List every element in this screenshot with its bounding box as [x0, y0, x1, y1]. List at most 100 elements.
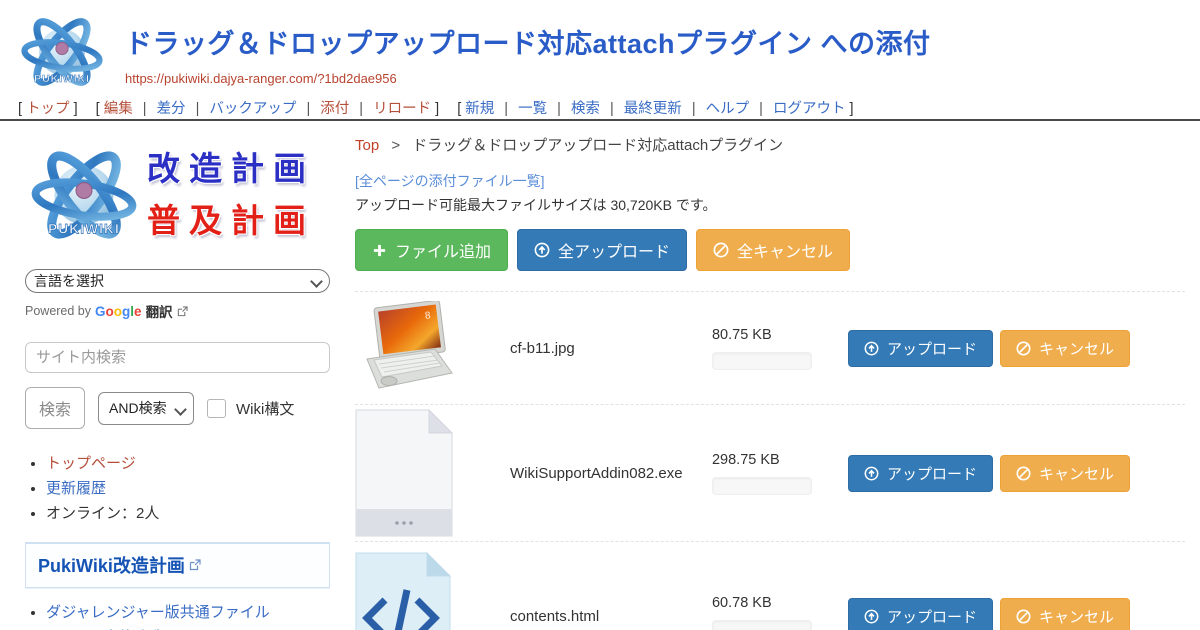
site-search-input[interactable] — [25, 342, 330, 373]
file-actions: アップロード キャンセル — [848, 330, 1130, 367]
add-files-button[interactable]: ファイル追加 — [355, 229, 508, 271]
upload-circle-icon — [864, 341, 879, 356]
sidebar-logo-slogan: 改造計画 普及計画 — [147, 143, 315, 245]
nav-item-new[interactable]: 新規 — [465, 101, 494, 117]
google-logo-text: Google — [95, 304, 142, 319]
laptop-photo-thumbnail: 8 — [355, 301, 455, 396]
sidebar-section-box: PukiWiki改造計画 — [25, 542, 330, 588]
ban-icon — [1016, 341, 1031, 356]
nav-item-logout[interactable]: ログアウト — [773, 101, 846, 117]
main-content: Top > ドラッグ＆ドロップアップロード対応attachプラグイン [全ページ… — [355, 126, 1185, 630]
cancel-label: キャンセル — [1039, 606, 1114, 627]
cancel-all-button[interactable]: 全キャンセル — [696, 229, 850, 271]
section-title-text: PukiWiki改造計画 — [38, 552, 185, 578]
nav-divider: | — [359, 101, 363, 117]
search-mode-select[interactable]: AND検索 — [98, 392, 194, 425]
upload-all-button[interactable]: 全アップロード — [517, 229, 687, 271]
site-header: PUKIWIKI ドラッグ＆ドロップアップロード対応attachプラグイン への… — [0, 0, 1200, 96]
online-count: オンライン：2人 — [46, 505, 159, 522]
upload-label: アップロード — [887, 463, 977, 484]
file-thumbnail-laptop: 8 — [355, 301, 460, 396]
file-size-cell: 298.75 KB — [712, 452, 830, 495]
nav-item-diff[interactable]: 差分 — [157, 101, 186, 117]
language-select[interactable]: 言語を選択 — [25, 269, 330, 293]
file-thumbnail-code — [355, 552, 460, 630]
cancel-label: キャンセル — [1039, 338, 1114, 359]
sidebar-link-common-files[interactable]: ダジャレンジャー版共通ファイル — [46, 604, 270, 621]
file-size: 60.78 KB — [712, 595, 830, 611]
add-files-label: ファイル追加 — [395, 238, 491, 262]
top-navigation: [ トップ ] [ 編集 | 差分 | バックアップ | 添付 | リロード ]… — [18, 97, 1198, 118]
upload-circle-icon — [864, 609, 879, 624]
search-controls: 検索 AND検索 Wiki構文 — [25, 387, 330, 429]
progress-bar — [712, 352, 812, 370]
slogan-line-1: 改造計画 — [147, 143, 315, 194]
file-thumbnail-generic — [355, 409, 460, 537]
upload-button[interactable]: アップロード — [848, 330, 993, 367]
nav-divider: | — [504, 101, 508, 117]
nav-group-top: [ トップ ] — [18, 101, 82, 117]
progress-bar — [712, 620, 812, 630]
bracket: ] — [435, 101, 439, 117]
breadcrumb: Top > ドラッグ＆ドロップアップロード対応attachプラグイン — [355, 134, 1185, 155]
nav-item-list[interactable]: 一覧 — [518, 101, 547, 117]
upload-toolbar: ファイル追加 全アップロード 全キャンセル — [355, 229, 1185, 271]
nav-item-reload[interactable]: リロード — [373, 101, 431, 117]
upload-all-label: 全アップロード — [558, 238, 670, 262]
upload-circle-icon — [534, 242, 550, 258]
cancel-label: キャンセル — [1039, 463, 1114, 484]
translate-link[interactable]: 翻訳 — [146, 301, 173, 321]
cancel-button[interactable]: キャンセル — [1000, 330, 1130, 367]
file-row: WikiSupportAddin082.exe 298.75 KB アップロード — [355, 404, 1185, 541]
wiki-syntax-label: Wiki構文 — [236, 398, 294, 419]
logo-brand-text: PUKIWIKI — [34, 73, 90, 85]
file-row: contents.html 60.78 KB アップロード — [355, 541, 1185, 630]
nav-item-recent[interactable]: 最終更新 — [624, 101, 682, 117]
cancel-all-label: 全キャンセル — [737, 238, 833, 262]
nav-divider: | — [306, 101, 310, 117]
header-divider — [0, 119, 1200, 121]
sidebar-link-top-page[interactable]: トップページ — [46, 455, 136, 472]
nav-group-page: [ 編集 | 差分 | バックアップ | 添付 | リロード ] — [96, 101, 444, 117]
cancel-button[interactable]: キャンセル — [1000, 598, 1130, 630]
all-attachments-link[interactable]: [全ページの添付ファイル一覧] — [355, 171, 1185, 191]
nav-divider: | — [610, 101, 614, 117]
nav-item-search[interactable]: 検索 — [571, 101, 600, 117]
file-row: 8 cf-b11.jpg 80.75 KB — [355, 291, 1185, 404]
max-upload-size-text: アップロード可能最大ファイルサイズは 30,720KB です。 — [355, 195, 1185, 215]
sidebar-atom-logo: PUKIWIKI — [25, 136, 143, 254]
upload-button[interactable]: アップロード — [848, 598, 993, 630]
pending-file-list: 8 cf-b11.jpg 80.75 KB — [355, 291, 1185, 630]
sidebar-quick-links: トップページ 更新履歴 オンライン：2人 — [25, 453, 330, 524]
pukiwiki-atom-logo[interactable]: PUKIWIKI — [18, 6, 106, 98]
search-button[interactable]: 検索 — [25, 387, 85, 429]
upload-button[interactable]: アップロード — [848, 455, 993, 492]
bracket: [ — [457, 101, 461, 117]
code-file-icon — [355, 552, 451, 630]
file-size-cell: 60.78 KB — [712, 595, 830, 630]
upload-circle-icon — [864, 466, 879, 481]
nav-item-edit[interactable]: 編集 — [104, 101, 133, 117]
plus-icon — [372, 243, 387, 258]
sidebar-site-logo[interactable]: PUKIWIKI 改造計画 普及計画 — [25, 132, 330, 257]
file-name: contents.html — [460, 608, 712, 625]
nav-item-attach[interactable]: 添付 — [320, 101, 349, 117]
nav-item-help[interactable]: ヘルプ — [706, 101, 750, 117]
external-link-icon — [189, 559, 201, 571]
page-url: https://pukiwiki.dajya-ranger.com/?1bd2d… — [125, 71, 931, 86]
sidebar-link-update-history[interactable]: 更新履歴 — [46, 480, 106, 497]
file-size: 298.75 KB — [712, 452, 830, 468]
bracket: [ — [18, 101, 22, 117]
search-mode-wrap: AND検索 — [98, 392, 194, 425]
language-select-wrap: 言語を選択 — [25, 269, 330, 293]
list-item: 更新履歴 — [46, 478, 330, 500]
wiki-syntax-checkbox[interactable] — [207, 399, 226, 418]
nav-item-backup[interactable]: バックアップ — [209, 101, 296, 117]
cancel-button[interactable]: キャンセル — [1000, 455, 1130, 492]
breadcrumb-home-link[interactable]: Top — [355, 137, 379, 154]
sidebar-site-links: ダジャレンジャー版共通ファイル PukiWiki本体改造 PukiWikiテキス… — [25, 602, 330, 630]
nav-group-site: [ 新規 | 一覧 | 検索 | 最終更新 | ヘルプ | ログアウト ] — [457, 101, 853, 117]
sidebar-logo-brand-text: PUKIWIKI — [48, 221, 120, 236]
sidebar-section-title-link[interactable]: PukiWiki改造計画 — [38, 552, 201, 578]
nav-item-top[interactable]: トップ — [26, 101, 70, 117]
